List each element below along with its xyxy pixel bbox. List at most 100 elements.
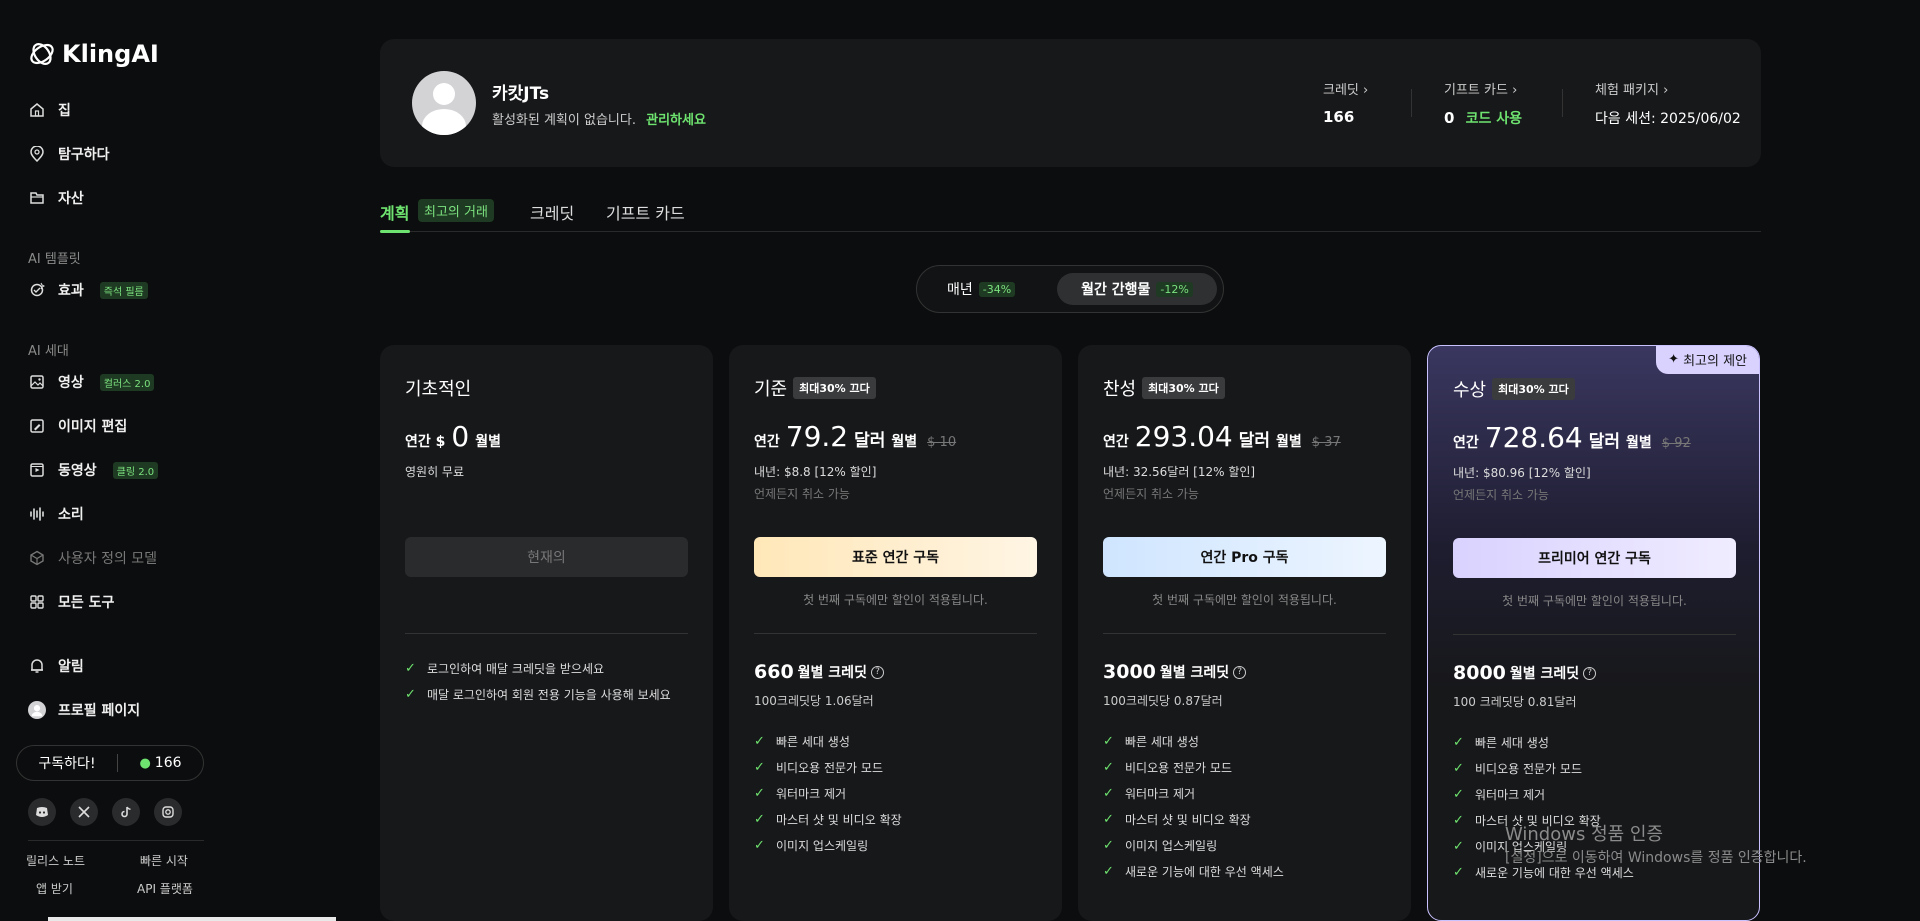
- feature-text: 새로운 기능에 대한 우선 액세스: [1125, 865, 1284, 879]
- plan-tabs: 계획 최고의 거래 크레딧 기프트 카드: [380, 198, 1761, 233]
- stat-gift-label: 기프트 카드 ›: [1444, 83, 1518, 98]
- feature-text: 빠른 세대 생성: [1125, 735, 1199, 749]
- nav-video[interactable]: 동영상 클링 2.0: [28, 458, 159, 482]
- help-icon[interactable]: ?: [1583, 666, 1597, 680]
- price-subtext: 내년: $80.96 [12% 할인]: [1453, 466, 1591, 480]
- nav-explore[interactable]: 탐구하다: [28, 142, 110, 166]
- check-icon: ✓: [754, 760, 765, 775]
- credits-label: 월별 크레딧: [797, 665, 867, 681]
- tab-credits[interactable]: 크레딧: [530, 200, 574, 224]
- nav-sound[interactable]: 소리: [28, 502, 84, 526]
- price-value: 0: [451, 420, 470, 453]
- api-platform-link[interactable]: API 플랫폼: [137, 880, 193, 897]
- premier-subscribe-button[interactable]: 프리미어 연간 구독: [1453, 538, 1736, 578]
- credits-balance[interactable]: ● 166: [118, 755, 203, 771]
- nav-home[interactable]: 집: [28, 98, 71, 122]
- feature-text: 이미지 업스케일링: [776, 839, 869, 853]
- stat-trial-package[interactable]: 체험 패키지 › 다음 세션: 2025/06/02: [1595, 79, 1741, 128]
- price-original: $ 37: [1311, 435, 1341, 450]
- card-divider: [1103, 633, 1386, 634]
- pro-subscribe-button[interactable]: 연간 Pro 구독: [1103, 537, 1386, 577]
- check-icon: ✓: [1103, 734, 1114, 749]
- profile-card: 카캇JTs 활성화된 계획이 없습니다. 관리하세요 크레딧 › 166 기프트…: [380, 39, 1761, 167]
- credits-balance-value: 166: [154, 755, 182, 771]
- feature-text: 이미지 업스케일링: [1125, 839, 1218, 853]
- cube-icon: [28, 549, 46, 567]
- credits-per-price: 100 크레딧당 0.81달러: [1453, 695, 1577, 709]
- tiktok-icon[interactable]: [112, 798, 140, 826]
- effects-tag: 즉석 필름: [99, 281, 148, 299]
- check-icon: ✓: [754, 734, 765, 749]
- nav-image-edit[interactable]: 이미지 편집: [28, 414, 127, 438]
- billing-monthly-label: 월간 간행물: [1081, 282, 1151, 298]
- help-icon[interactable]: ?: [1233, 665, 1247, 679]
- brand-name: KlingAI: [62, 40, 159, 68]
- stat-divider: [1562, 89, 1563, 117]
- feature-text: 빠른 세대 생성: [776, 735, 850, 749]
- cta-note: 첫 번째 구독에만 할인이 적용됩니다.: [1502, 594, 1687, 608]
- instagram-icon[interactable]: [154, 798, 182, 826]
- windows-activation-subtitle: [설정]으로 이동하여 Windows를 정품 인증합니다.: [1505, 850, 1807, 866]
- billing-annual-option[interactable]: 매년 -34%: [937, 273, 1025, 305]
- kling-logo-icon: [30, 43, 54, 65]
- quick-start-link[interactable]: 빠른 시작: [140, 852, 188, 869]
- check-icon: ✓: [405, 687, 416, 702]
- nav-sound-label: 소리: [58, 507, 84, 523]
- get-app-link[interactable]: 앱 받기: [36, 880, 73, 897]
- tab-plans[interactable]: 계획: [380, 200, 409, 224]
- cta-note: 첫 번째 구독에만 할인이 적용됩니다.: [1152, 593, 1337, 607]
- discount-badge: 최대30% 끄다: [1492, 378, 1575, 400]
- brand-logo[interactable]: KlingAI: [28, 40, 159, 68]
- price-subtext: 내년: $8.8 [12% 할인]: [754, 465, 877, 479]
- sidebar: KlingAI 집 탐구하다 자산 AI 템플릿 효과 즉석 필름 AI 세대 …: [0, 0, 220, 921]
- sound-wave-icon: [28, 505, 46, 523]
- standard-subscribe-button[interactable]: 표준 연간 구독: [754, 537, 1037, 577]
- redeem-code-link[interactable]: 코드 사용: [1466, 111, 1522, 127]
- price-prefix: 연간: [1103, 434, 1129, 450]
- discount-badge: 최대30% 끄다: [1142, 377, 1225, 399]
- nav-custom-model-label: 사용자 정의 모델: [58, 551, 158, 567]
- feature-text: 마스터 샷 및 비디오 확장: [776, 813, 902, 827]
- price-value: 79.2: [785, 420, 849, 453]
- check-icon: ✓: [754, 812, 765, 827]
- nav-image[interactable]: 영상 컬러스 2.0: [28, 370, 155, 394]
- feature-item: ✓ 워터마크 제거: [1453, 786, 1545, 803]
- feature-text: 빠른 세대 생성: [1475, 736, 1549, 750]
- release-notes-link[interactable]: 릴리스 노트: [26, 852, 85, 869]
- feature-text: 워터마크 제거: [1475, 788, 1546, 802]
- video-tag: 클링 2.0: [112, 461, 159, 479]
- nav-profile[interactable]: 프로필 페이지: [28, 698, 140, 722]
- tab-gift-card[interactable]: 기프트 카드: [606, 200, 685, 224]
- plan-card-pro: 찬성 최대30% 끄다 연간 293.04 달러 월별 $ 37 내년: 32.…: [1078, 345, 1411, 921]
- feature-item: ✓ 비디오용 전문가 모드: [754, 759, 883, 776]
- nav-custom-model[interactable]: 사용자 정의 모델: [28, 546, 157, 570]
- stat-credits[interactable]: 크레딧 › 166: [1323, 79, 1368, 126]
- card-divider: [754, 633, 1037, 634]
- billing-monthly-option[interactable]: 월간 간행물 -12%: [1057, 273, 1217, 305]
- stat-gift-card[interactable]: 기프트 카드 › 0 코드 사용: [1444, 79, 1522, 128]
- manage-link[interactable]: 관리하세요: [646, 113, 706, 128]
- price-original: $ 10: [927, 435, 957, 450]
- x-twitter-icon[interactable]: [70, 798, 98, 826]
- feature-item: ✓ 비디오용 전문가 모드: [1103, 759, 1232, 776]
- price-value: 293.04: [1134, 420, 1233, 453]
- subscribe-button[interactable]: 구독하다!: [17, 753, 117, 773]
- nav-assets[interactable]: 자산: [28, 186, 84, 210]
- plan-price: 연간 293.04 달러 월별 $ 37: [1103, 420, 1341, 453]
- feature-item: ✓ 워터마크 제거: [754, 785, 846, 802]
- help-icon[interactable]: ?: [870, 665, 884, 679]
- nav-notifications[interactable]: 알림: [28, 654, 84, 678]
- feature-item: ✓ 새로운 기능에 대한 우선 액세스: [1103, 863, 1284, 880]
- discord-icon[interactable]: [28, 798, 56, 826]
- nav-explore-label: 탐구하다: [58, 147, 110, 163]
- nav-effects[interactable]: 효과 즉석 필름: [28, 278, 148, 302]
- credits-per-price: 100크레딧당 1.06달러: [754, 694, 874, 708]
- billing-annual-badge: -34%: [978, 281, 1016, 297]
- nav-all-tools[interactable]: 모든 도구: [28, 590, 114, 614]
- current-plan-button[interactable]: 현재의: [405, 537, 688, 577]
- price-subtext: 내년: 32.56달러 [12% 할인]: [1103, 465, 1256, 479]
- nav-assets-label: 자산: [58, 191, 84, 207]
- grid-icon: [28, 593, 46, 611]
- social-links: [28, 798, 182, 826]
- nav-video-label: 동영상: [58, 463, 97, 479]
